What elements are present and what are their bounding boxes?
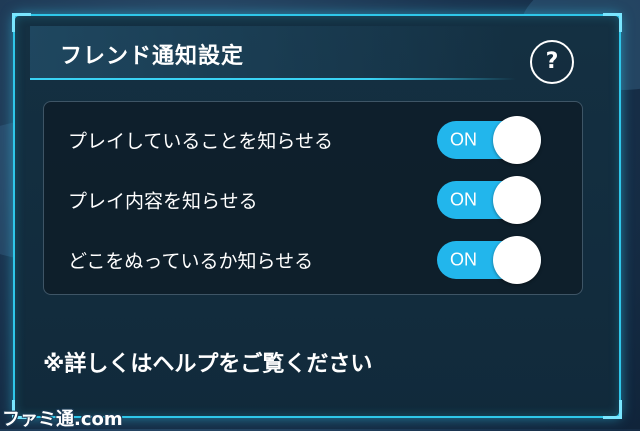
- toggle-state-text: ON: [450, 129, 477, 150]
- help-button[interactable]: ?: [530, 40, 574, 84]
- watermark-logo: ファミ通.com: [2, 409, 123, 430]
- toggle-knob: [493, 236, 541, 284]
- toggle-state-text: ON: [450, 189, 477, 210]
- setting-row-play-content: プレイ内容を知らせる ON: [44, 170, 582, 230]
- setting-label: プレイ内容を知らせる: [68, 190, 258, 213]
- header-underline: [30, 78, 516, 80]
- setting-label: プレイしていることを知らせる: [68, 130, 334, 153]
- help-note: ※詳しくはヘルプをご覧ください: [43, 352, 373, 377]
- toggle-switch-playing[interactable]: ON: [437, 116, 541, 164]
- setting-row-playing: プレイしていることを知らせる ON: [44, 110, 582, 170]
- panel-corner: [603, 400, 622, 419]
- toggle-knob: [493, 116, 541, 164]
- panel-corner: [12, 13, 31, 32]
- settings-list: プレイしていることを知らせる ON プレイ内容を知らせる ON どこをぬっている…: [43, 101, 583, 295]
- panel-header: フレンド通知設定: [30, 26, 516, 80]
- setting-label: どこをぬっているか知らせる: [68, 250, 314, 273]
- toggle-switch-play-content[interactable]: ON: [437, 176, 541, 224]
- toggle-switch-painting-location[interactable]: ON: [437, 236, 541, 284]
- panel-corner: [603, 13, 622, 32]
- toggle-state-text: ON: [450, 249, 477, 270]
- toggle-knob: [493, 176, 541, 224]
- setting-row-painting-location: どこをぬっているか知らせる ON: [44, 230, 582, 290]
- page-title: フレンド通知設定: [60, 44, 245, 69]
